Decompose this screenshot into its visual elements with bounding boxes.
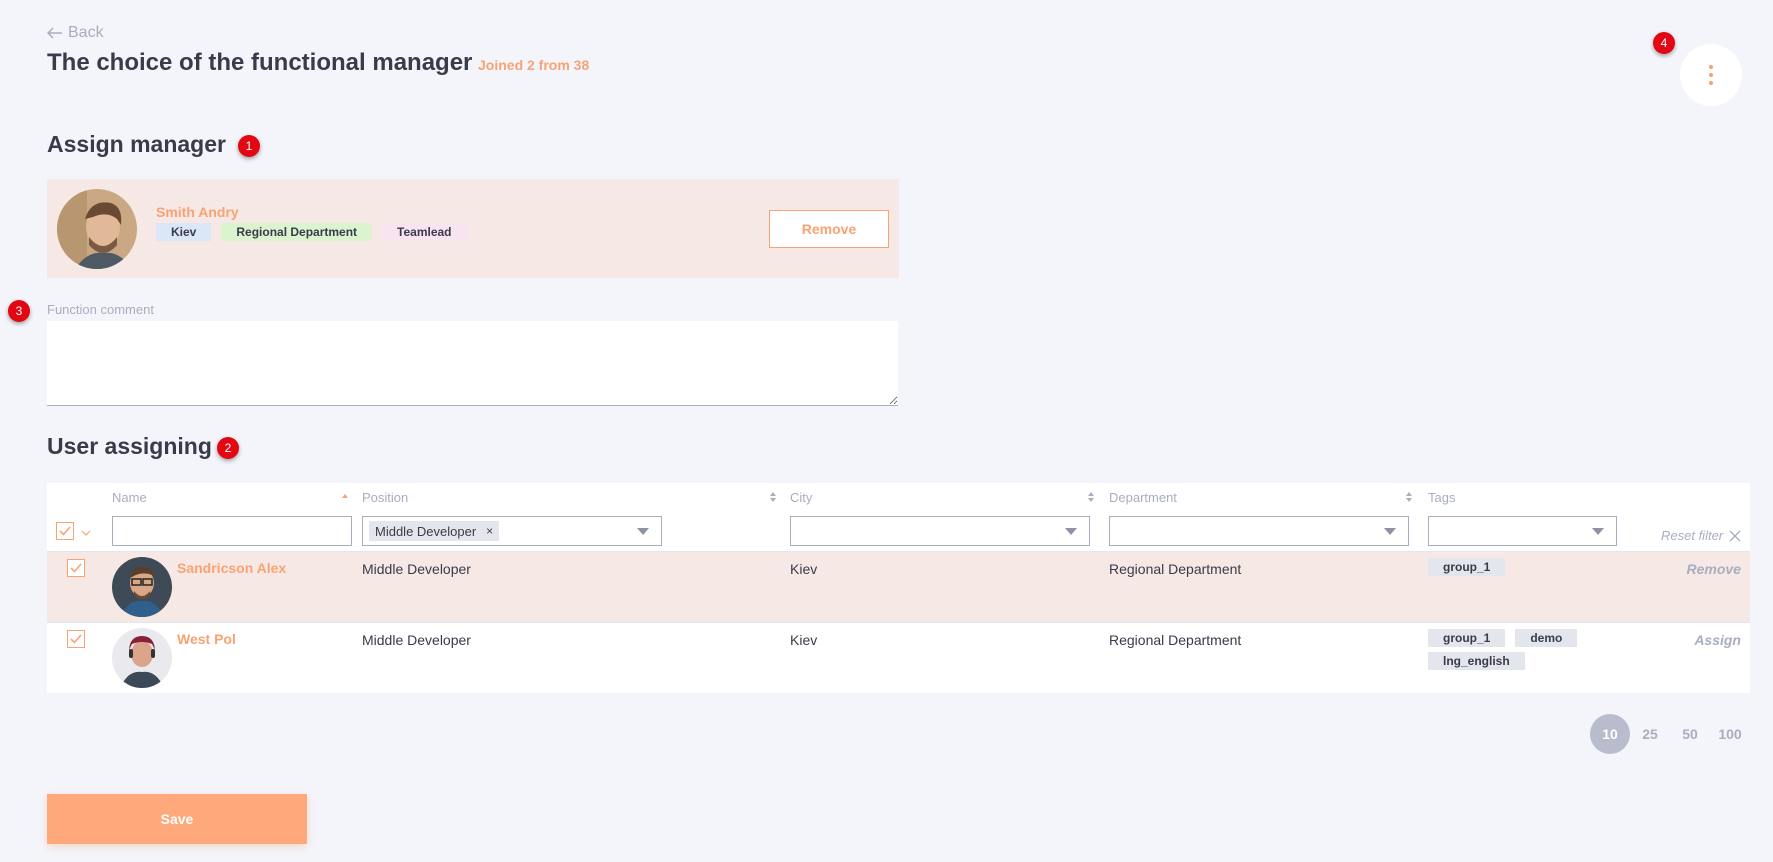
dropdown-arrow-icon bbox=[1384, 528, 1396, 535]
user-position: Middle Developer bbox=[362, 561, 471, 577]
user-name[interactable]: Sandricson Alex bbox=[177, 560, 286, 576]
position-filter-chip: Middle Developer × bbox=[369, 521, 500, 541]
column-header-department[interactable]: Department bbox=[1109, 490, 1177, 505]
position-filter-chip-label: Middle Developer bbox=[375, 523, 477, 539]
function-comment-label: Function comment bbox=[47, 302, 154, 317]
manager-tag-city: Kiev bbox=[156, 223, 212, 241]
joined-counter: Joined 2 from 38 bbox=[478, 57, 590, 73]
assign-manager-title: Assign manager bbox=[47, 131, 226, 157]
remove-user-button[interactable]: Remove bbox=[1687, 561, 1741, 577]
check-icon bbox=[59, 526, 71, 536]
annotation-badge-2: 2 bbox=[217, 437, 239, 459]
manager-tag-department: Regional Department bbox=[221, 223, 373, 241]
back-link[interactable]: Back bbox=[47, 24, 104, 42]
avatar bbox=[112, 628, 172, 688]
table-row[interactable]: Sandricson Alex Middle Developer Kiev Re… bbox=[47, 551, 1750, 622]
tags-filter-select[interactable] bbox=[1428, 516, 1617, 546]
annotation-badge-1: 1 bbox=[238, 135, 260, 157]
close-icon bbox=[1729, 530, 1741, 541]
avatar bbox=[57, 189, 137, 269]
manager-tag-role: Teamlead bbox=[382, 223, 467, 241]
manager-tags: Kiev Regional Department Teamlead bbox=[156, 223, 467, 241]
avatar bbox=[112, 557, 172, 617]
sort-icon[interactable] bbox=[1405, 491, 1413, 503]
dropdown-arrow-icon bbox=[1592, 528, 1604, 535]
page-size-10[interactable]: 10 bbox=[1590, 714, 1630, 754]
check-icon bbox=[70, 563, 82, 573]
chevron-down-icon[interactable] bbox=[81, 530, 91, 536]
page-size-25[interactable]: 25 bbox=[1630, 714, 1670, 754]
sort-icon[interactable] bbox=[769, 491, 777, 503]
column-header-position[interactable]: Position bbox=[362, 490, 408, 505]
row-checkbox[interactable] bbox=[67, 559, 85, 577]
column-header-tags: Tags bbox=[1428, 490, 1456, 505]
table-row[interactable]: West Pol Middle Developer Kiev Regional … bbox=[47, 622, 1750, 693]
annotation-badge-4: 4 bbox=[1653, 32, 1675, 54]
reset-filter-label: Reset filter bbox=[1661, 528, 1724, 543]
department-filter-select[interactable] bbox=[1109, 516, 1409, 546]
user-tags: group_1 demo lng_english bbox=[1428, 629, 1603, 670]
sort-icon[interactable] bbox=[1087, 491, 1095, 503]
user-city: Kiev bbox=[790, 561, 818, 577]
annotation-badge-3: 3 bbox=[8, 300, 30, 322]
manager-name: Smith Andry bbox=[156, 204, 239, 220]
more-vertical-icon bbox=[1709, 65, 1713, 85]
row-checkbox[interactable] bbox=[67, 630, 85, 648]
more-options-button[interactable] bbox=[1680, 44, 1742, 106]
name-filter-input[interactable] bbox=[112, 516, 352, 546]
column-header-city[interactable]: City bbox=[790, 490, 812, 505]
user-tag: group_1 bbox=[1428, 629, 1506, 647]
save-button[interactable]: Save bbox=[47, 794, 307, 844]
back-label: Back bbox=[68, 24, 104, 41]
user-tag: group_1 bbox=[1428, 558, 1506, 576]
function-comment-field[interactable] bbox=[47, 321, 898, 406]
column-header-name[interactable]: Name bbox=[112, 490, 147, 505]
page-title: The choice of the functional manager bbox=[47, 49, 473, 76]
chip-remove-icon[interactable]: × bbox=[486, 524, 493, 538]
check-icon bbox=[70, 634, 82, 644]
page-size-50[interactable]: 50 bbox=[1670, 714, 1710, 754]
select-all-checkbox[interactable] bbox=[56, 522, 74, 540]
user-tags: group_1 bbox=[1428, 558, 1603, 576]
assign-user-button[interactable]: Assign bbox=[1694, 632, 1741, 648]
user-name[interactable]: West Pol bbox=[177, 631, 236, 647]
user-position: Middle Developer bbox=[362, 632, 471, 648]
sort-asc-icon[interactable] bbox=[341, 491, 349, 503]
user-city: Kiev bbox=[790, 632, 818, 648]
dropdown-arrow-icon bbox=[1065, 528, 1077, 535]
user-department: Regional Department bbox=[1109, 561, 1242, 577]
remove-manager-button[interactable]: Remove bbox=[769, 210, 889, 248]
reset-filter-button[interactable]: Reset filter bbox=[1661, 528, 1741, 543]
user-department: Regional Department bbox=[1109, 632, 1242, 648]
user-tag: demo bbox=[1515, 629, 1578, 647]
page-size-100[interactable]: 100 bbox=[1710, 714, 1750, 754]
users-table: Name Position City Department Tags Middl… bbox=[47, 483, 1750, 693]
user-tag: lng_english bbox=[1428, 652, 1525, 670]
position-filter-select[interactable]: Middle Developer × bbox=[362, 516, 662, 546]
city-filter-select[interactable] bbox=[790, 516, 1090, 546]
assigned-manager-card: Smith Andry Kiev Regional Department Tea… bbox=[47, 179, 899, 278]
arrow-left-icon bbox=[47, 27, 62, 39]
dropdown-arrow-icon bbox=[637, 528, 649, 535]
user-assigning-title: User assigning bbox=[47, 433, 212, 459]
